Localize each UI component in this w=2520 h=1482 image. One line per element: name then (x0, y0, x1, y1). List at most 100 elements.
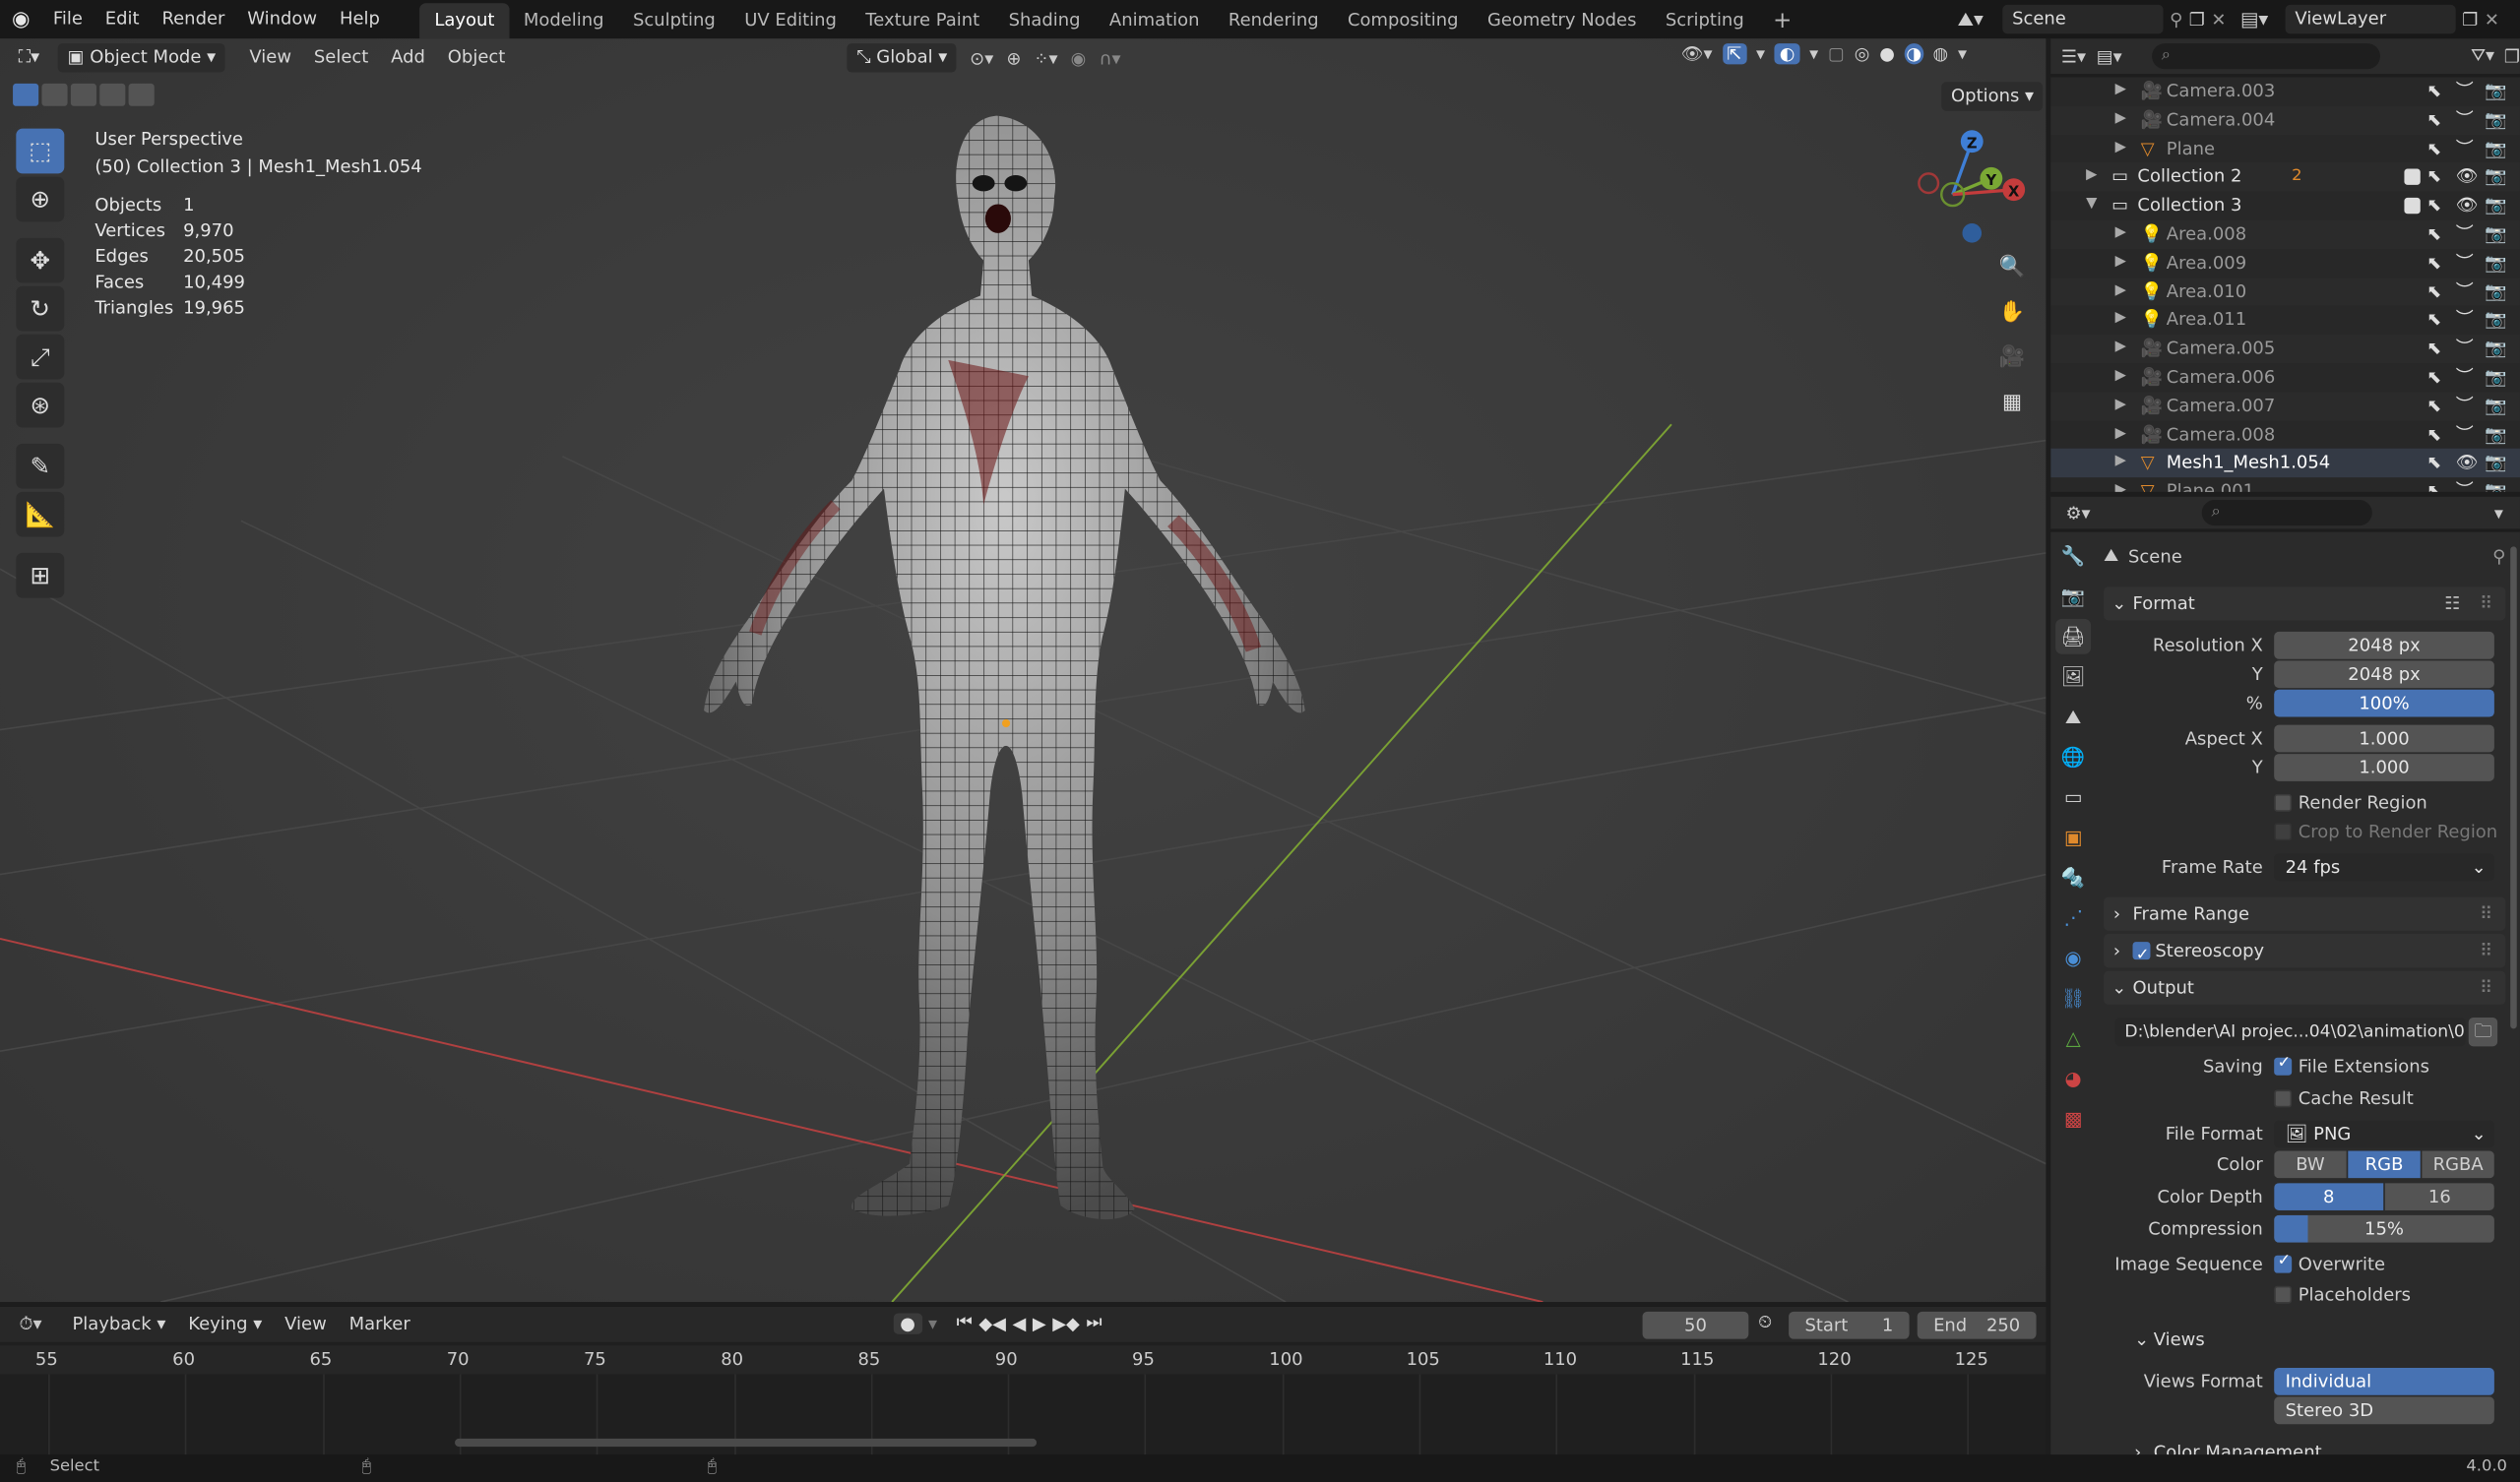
eye-icon[interactable]: ︶ (2456, 363, 2474, 392)
eye-icon[interactable]: ︶ (2456, 477, 2474, 492)
depth-16-option[interactable]: 16 (2384, 1183, 2494, 1210)
tab-scripting[interactable]: Scripting (1651, 3, 1758, 38)
texture-tab-icon[interactable]: ▩ (2055, 1101, 2091, 1137)
tab-shading[interactable]: Shading (994, 3, 1095, 38)
expand-arrow-icon[interactable]: ▶ (2115, 306, 2126, 335)
menu-add[interactable]: Add (380, 41, 437, 74)
cache-result-checkbox[interactable] (2274, 1089, 2293, 1108)
modifier-tab-icon[interactable]: 🔩 (2055, 860, 2091, 895)
record-icon[interactable]: ● (893, 1312, 922, 1333)
record-dropdown-icon[interactable]: ▾ (928, 1313, 937, 1333)
expand-arrow-icon[interactable]: ▶ (2115, 449, 2126, 477)
particles-tab-icon[interactable]: ⋰ (2055, 900, 2091, 936)
selectable-icon[interactable]: ⬉ (2426, 477, 2441, 492)
eye-icon[interactable]: ︶ (2456, 306, 2474, 335)
tab-texture-paint[interactable]: Texture Paint (851, 3, 994, 38)
checkbox-icon[interactable] (2404, 198, 2421, 215)
output-path-field[interactable]: D:\blender\AI projec...04\02\animation\0… (2114, 1017, 2466, 1047)
render-camera-icon[interactable]: 📷 (2485, 449, 2506, 477)
eye-icon[interactable]: 👁 (2456, 449, 2479, 477)
snap-target-icon[interactable]: ⁘▾ (1034, 47, 1057, 68)
falloff-icon[interactable]: ∩▾ (1099, 47, 1120, 68)
select-new-icon[interactable] (13, 83, 39, 106)
selectable-icon[interactable]: ⬉ (2426, 392, 2441, 420)
eye-icon[interactable]: ︶ (2456, 105, 2474, 134)
expand-arrow-icon[interactable]: ▶ (2115, 135, 2126, 163)
selectable-icon[interactable]: ⬉ (2426, 363, 2441, 392)
views-panel-header[interactable]: ⌄ Views (2118, 1325, 2504, 1357)
gizmo-dropdown-icon[interactable]: ▾ (1756, 43, 1765, 64)
eye-icon[interactable]: ︶ (2456, 278, 2474, 306)
expand-arrow-icon[interactable]: ▶ (2115, 77, 2126, 105)
views-individual-option[interactable]: Individual (2274, 1368, 2494, 1395)
stereoscopy-panel-header[interactable]: ›Stereoscopy⠿ (2104, 934, 2506, 972)
world-tab-icon[interactable]: 🌐 (2055, 739, 2091, 774)
folder-icon[interactable]: 🗀 (2468, 1017, 2498, 1047)
jump-end-icon[interactable]: ⏭ (1086, 1312, 1102, 1334)
overlay-dropdown-icon[interactable]: ▾ (1809, 43, 1818, 64)
selectable-icon[interactable]: ⬉ (2426, 306, 2441, 335)
outliner-row[interactable]: ▶ 🎥 Camera.008 ⬉ ︶ 📷 (2050, 420, 2520, 449)
aspect-y-field[interactable]: 1.000 (2274, 754, 2494, 781)
select-invert-icon[interactable] (99, 83, 126, 106)
collection-tab-icon[interactable]: ▭ (2055, 779, 2091, 815)
view-layer-field[interactable]: ViewLayer (2285, 4, 2456, 34)
format-panel-header[interactable]: ⌄ Format ☷ ⠿ (2104, 587, 2506, 621)
outliner-search-input[interactable]: ⌕ (2151, 43, 2381, 70)
outliner-row[interactable]: ▶ 🎥 Camera.006 ⬉ ︶ 📷 (2050, 363, 2520, 392)
tab-layout[interactable]: Layout (419, 3, 510, 39)
add-workspace-button[interactable]: + (1758, 3, 1806, 38)
render-camera-icon[interactable]: 📷 (2485, 278, 2506, 306)
crop-region-checkbox[interactable] (2274, 823, 2293, 841)
axis-gizmo[interactable]: Z Y X (1910, 122, 2039, 251)
move-tool-icon[interactable]: ✥ (16, 237, 65, 283)
views-stereo-option[interactable]: Stereo 3D (2274, 1396, 2494, 1425)
expand-arrow-icon[interactable]: ▶ (2086, 163, 2097, 192)
snap-icon[interactable]: ⊕ (1006, 47, 1021, 68)
menu-help[interactable]: Help (329, 0, 392, 38)
expand-arrow-icon[interactable]: ▶ (2115, 105, 2126, 134)
tab-rendering[interactable]: Rendering (1214, 3, 1333, 38)
shading-dropdown-icon[interactable]: ▾ (1958, 43, 1967, 64)
render-camera-icon[interactable]: 📷 (2485, 249, 2506, 278)
render-camera-icon[interactable]: 📷 (2485, 192, 2506, 220)
render-camera-icon[interactable]: 📷 (2485, 135, 2506, 163)
data-tab-icon[interactable]: △ (2055, 1020, 2091, 1056)
3d-viewport[interactable]: ⛶▾ ▣ Object Mode ▾ View Select Add Objec… (0, 38, 2047, 1303)
cursor-tool-icon[interactable]: ⊕ (16, 176, 65, 222)
select-extend-icon[interactable] (41, 83, 68, 106)
resolution-y-field[interactable]: 2048 px (2274, 660, 2494, 689)
selectable-icon[interactable]: ⬉ (2426, 449, 2441, 477)
render-camera-icon[interactable]: 📷 (2485, 392, 2506, 420)
selectable-icon[interactable]: ⬉ (2426, 77, 2441, 105)
properties-options-icon[interactable]: ▾ (2494, 502, 2503, 523)
selectable-icon[interactable]: ⬉ (2426, 335, 2441, 363)
editor-type-icon[interactable]: ⛶▾ (0, 46, 58, 69)
render-camera-icon[interactable]: 📷 (2485, 220, 2506, 249)
transform-tool-icon[interactable]: ⊛ (16, 382, 65, 428)
depth-8-option[interactable]: 8 (2274, 1183, 2384, 1210)
eye-icon[interactable]: 👁 (2456, 192, 2479, 220)
menu-marker[interactable]: Marker (338, 1309, 421, 1341)
render-camera-icon[interactable]: 📷 (2485, 335, 2506, 363)
compression-slider[interactable]: 15% (2274, 1214, 2494, 1243)
rendered-shading-icon[interactable]: ◍ (1932, 43, 1948, 64)
menu-window[interactable]: Window (236, 0, 329, 38)
menu-file[interactable]: File (41, 0, 94, 38)
xray-icon[interactable]: ▢ (1828, 43, 1845, 64)
prev-keyframe-icon[interactable]: ◆◀ (978, 1313, 1006, 1333)
tab-geometry-nodes[interactable]: Geometry Nodes (1473, 3, 1651, 38)
scene-tab-icon[interactable]: ⛰ (2055, 700, 2091, 735)
outliner-row[interactable]: ▶ ▽ Mesh1_Mesh1.054 ⬉ 👁 📷 (2050, 449, 2520, 478)
tool-tab-icon[interactable]: 🔧 (2055, 538, 2091, 574)
color-rgb-option[interactable]: RGB (2348, 1150, 2421, 1179)
tab-sculpting[interactable]: Sculpting (618, 3, 729, 38)
menu-render[interactable]: Render (151, 0, 236, 38)
view-layer-tab-icon[interactable]: 🖼 (2055, 659, 2091, 695)
frame-rate-dropdown[interactable]: 24 fps ⌄ (2274, 853, 2494, 882)
timeline-scrollbar[interactable] (455, 1438, 1038, 1448)
file-format-dropdown[interactable]: 🖼 PNG ⌄ (2274, 1120, 2494, 1148)
render-region-checkbox[interactable] (2274, 793, 2293, 812)
expand-arrow-icon[interactable]: ▼ (2086, 192, 2097, 220)
selectable-icon[interactable]: ⬉ (2426, 278, 2441, 306)
